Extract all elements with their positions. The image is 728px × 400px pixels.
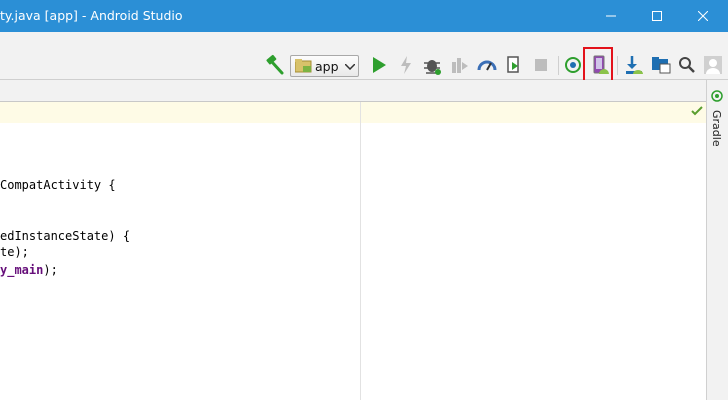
sync-gradle-icon (565, 57, 581, 73)
main-toolbar (0, 32, 728, 80)
user-icon (704, 56, 722, 74)
close-icon (698, 11, 708, 21)
run-config-icon (295, 59, 312, 73)
maximize-button[interactable] (634, 0, 680, 32)
search-icon (679, 57, 695, 73)
user-button[interactable] (702, 54, 724, 76)
run-tests-button[interactable] (503, 54, 525, 76)
toolbar-separator (617, 56, 618, 75)
gradle-tool-window-tab[interactable]: Gradle (707, 86, 728, 147)
profile-button[interactable] (476, 54, 498, 76)
code-editor[interactable]: CompatActivity { edInstanceState) { te);… (0, 102, 706, 400)
search-button[interactable] (676, 54, 698, 76)
run-button[interactable] (368, 54, 390, 76)
resource-identifier: y_main (0, 263, 44, 277)
attach-debugger-icon (452, 58, 468, 73)
code-line: te); (0, 245, 29, 259)
minimize-button[interactable] (588, 0, 634, 32)
debug-icon (424, 60, 441, 75)
minimize-icon (606, 15, 616, 17)
maximize-icon (652, 11, 662, 21)
sdk-manager-button[interactable] (623, 54, 645, 76)
chevron-down-icon (345, 64, 355, 70)
build-hammer-icon (266, 54, 284, 75)
stop-button[interactable] (530, 54, 552, 76)
project-structure-icon (652, 57, 671, 74)
apply-changes-icon (401, 56, 411, 74)
attach-debugger-button[interactable] (448, 54, 470, 76)
profile-icon (477, 60, 497, 71)
code-line: y_main); (0, 263, 58, 277)
make-project-button[interactable] (264, 54, 286, 76)
gradle-tab-label: Gradle (710, 110, 723, 147)
inspection-ok-icon (691, 106, 703, 116)
code-line: edInstanceState) { (0, 229, 131, 243)
gradle-icon (711, 90, 723, 102)
close-button[interactable] (680, 0, 726, 32)
window-title: ty.java [app] - Android Studio (0, 8, 183, 23)
right-margin-guide (360, 102, 361, 400)
sync-gradle-button[interactable] (562, 54, 584, 76)
code-line: CompatActivity { (0, 178, 116, 192)
right-tool-window-bar: Gradle (706, 80, 728, 400)
title-bar: ty.java [app] - Android Studio (0, 0, 728, 32)
navigation-bar (0, 80, 728, 102)
stop-icon (535, 59, 547, 71)
run-tests-icon (507, 56, 519, 73)
project-structure-button[interactable] (650, 54, 672, 76)
toolbar-separator (558, 56, 559, 75)
apply-changes-button[interactable] (395, 54, 417, 76)
debug-button[interactable] (421, 54, 443, 76)
caret-row-highlight (0, 102, 706, 123)
sdk-manager-icon (626, 56, 643, 74)
run-configuration-label: app (315, 59, 339, 74)
run-configuration-dropdown[interactable]: app (290, 55, 359, 77)
run-icon (373, 57, 386, 73)
